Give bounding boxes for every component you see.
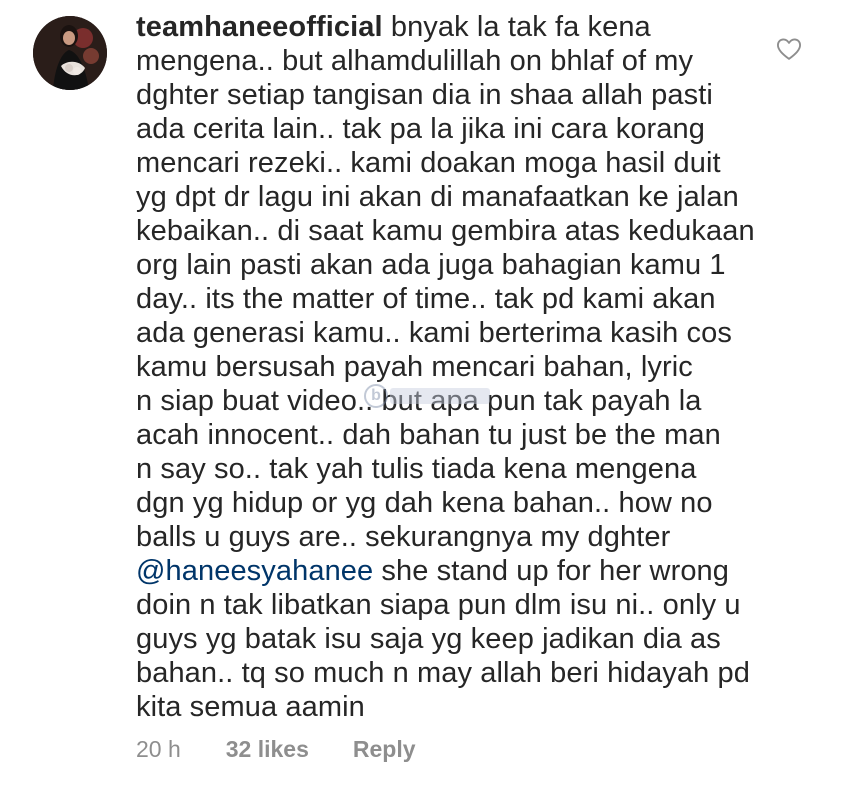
- comment-line: doin n tak libatkan siapa pun dlm isu ni…: [136, 589, 741, 621]
- comment-line-0: teamhaneeofficial bnyak la tak fa kena: [136, 10, 776, 44]
- likes-count[interactable]: 32 likes: [226, 736, 309, 763]
- comment-line: kebaikan.. di saat kamu gembira atas ked…: [136, 215, 755, 247]
- comment-line: ada cerita lain.. tak pa la jika ini car…: [136, 113, 705, 145]
- comment-meta: 20 h 32 likes Reply: [136, 736, 416, 763]
- comment-line: yg dpt dr lagu ini akan di manafaatkan k…: [136, 181, 739, 213]
- reply-button[interactable]: Reply: [353, 736, 416, 763]
- comment-line: n siap buat video.. but apa pun tak paya…: [136, 385, 702, 417]
- comment-username[interactable]: teamhaneeofficial: [136, 11, 383, 43]
- comment-line: balls u guys are.. sekurangnya my dghter: [136, 521, 671, 553]
- comment-line-mention: @haneesyahanee she stand up for her wron…: [136, 554, 776, 588]
- comment-line-text: bnyak la tak fa kena: [390, 11, 651, 43]
- comment-line: n say so.. tak yah tulis tiada kena meng…: [136, 453, 697, 485]
- avatar-photo: [33, 16, 107, 90]
- comment-line-text: she stand up for her wrong: [373, 555, 730, 587]
- mention-link[interactable]: @haneesyahanee: [136, 555, 373, 587]
- avatar[interactable]: [33, 16, 107, 90]
- comment-line: org lain pasti akan ada juga bahagian ka…: [136, 249, 726, 281]
- comment: teamhaneeofficial bnyak la tak fa kena m…: [0, 0, 846, 800]
- comment-line: acah innocent.. dah bahan tu just be the…: [136, 419, 721, 451]
- comment-line: guys yg batak isu saja yg keep jadikan d…: [136, 623, 721, 655]
- comment-line: ada generasi kamu.. kami berterima kasih…: [136, 317, 732, 349]
- comment-line: kita semua aamin: [136, 691, 365, 723]
- heart-outline-icon[interactable]: [775, 35, 803, 63]
- comment-line: day.. its the matter of time.. tak pd ka…: [136, 283, 716, 315]
- comment-line: kamu bersusah payah mencari bahan, lyric: [136, 351, 693, 383]
- comment-time: 20 h: [136, 736, 181, 762]
- comment-line: mengena.. but alhamdulillah on bhlaf of …: [136, 45, 694, 77]
- comment-line: bahan.. tq so much n may allah beri hida…: [136, 657, 750, 689]
- comment-line: dghter setiap tangisan dia in shaa allah…: [136, 79, 713, 111]
- comment-line: mencari rezeki.. kami doakan moga hasil …: [136, 147, 721, 179]
- comment-line: dgn yg hidup or yg dah kena bahan.. how …: [136, 487, 713, 519]
- comment-text: teamhaneeofficial bnyak la tak fa kena m…: [136, 10, 776, 724]
